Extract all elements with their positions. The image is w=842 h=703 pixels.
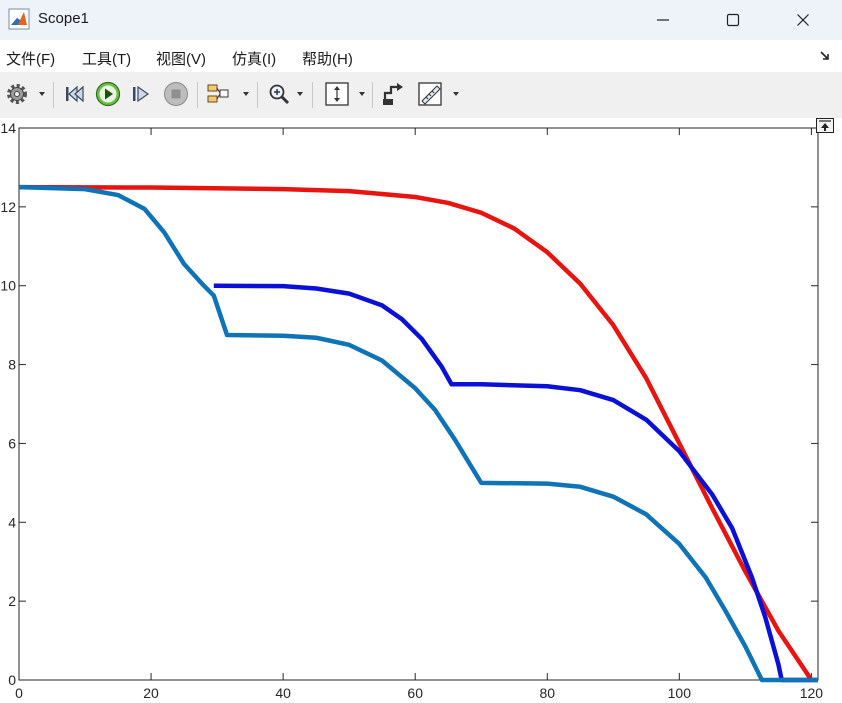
y-tick-label: 0 [8,672,16,688]
scope-plot-area: 0 20 40 60 80 100 120 0 2 4 6 8 10 12 14 [0,118,842,703]
matlab-logo-icon [8,8,30,30]
x-tick-label: 40 [275,685,291,701]
axes-box [18,127,819,681]
gear-icon [7,84,27,104]
dock-arrow-icon[interactable] [818,49,832,63]
maximize-button[interactable] [710,0,756,40]
measurements-dropdown-icon[interactable] [453,92,459,96]
settings-dropdown-icon[interactable] [39,92,45,96]
signal-selector-button[interactable] [205,80,231,108]
signal-selector-dropdown-icon[interactable] [243,92,249,96]
stop-button[interactable] [163,80,189,108]
maximize-icon [726,13,740,27]
run-button[interactable] [95,80,121,108]
y-tick-label: 14 [0,120,16,136]
undock-axes-button[interactable] [816,118,834,133]
menu-help[interactable]: 帮助(H) [302,48,353,69]
highlight-block-button[interactable] [381,80,407,108]
scale-axes-button[interactable] [324,80,350,108]
close-icon [797,14,809,26]
menu-file[interactable]: 文件(F) [6,48,55,69]
zoom-button[interactable] [267,80,291,108]
scale-axes-dropdown-icon[interactable] [359,92,365,96]
x-tick-label: 100 [668,685,692,701]
toolbar-separator [312,82,313,108]
menu-bar: 文件(F) 工具(T) 视图(V) 仿真(I) 帮助(H) [0,40,842,72]
measurements-icon [418,82,442,106]
minimize-icon [657,19,669,21]
x-tick-label: 0 [15,685,23,701]
measurements-button[interactable] [417,80,443,108]
menu-simulation[interactable]: 仿真(I) [232,48,276,69]
zoom-in-icon [269,84,290,105]
x-tick-label: 80 [539,685,555,701]
scope-axes[interactable]: 0 20 40 60 80 100 120 0 2 4 6 8 10 12 14 [0,118,842,703]
toolbar-separator [372,82,373,108]
scope-window: Scope1 文件(F) 工具(T) 视图(V) 仿真(I) 帮助(H) 0 2… [0,0,842,703]
toolbar-separator [197,82,198,108]
zoom-dropdown-icon[interactable] [297,92,303,96]
toolbar [0,72,842,119]
window-title: Scope1 [38,10,89,27]
stop-icon [164,82,188,106]
menu-view[interactable]: 视图(V) [156,48,206,69]
rewind-icon [66,85,84,103]
axes-frame [18,127,819,681]
toolbar-separator [53,82,54,108]
y-tick-label: 10 [0,278,16,294]
y-tick-label: 2 [8,593,16,609]
minimize-button[interactable] [640,0,686,40]
y-tick-label: 8 [8,357,16,373]
toolbar-separator [257,82,258,108]
settings-button[interactable] [5,80,29,108]
y-tick-label: 12 [0,199,16,215]
y-tick-label: 4 [8,514,16,530]
step-forward-icon [133,85,150,103]
step-forward-button[interactable] [129,80,153,108]
signal-selector-icon [207,84,229,103]
step-back-button[interactable] [63,80,87,108]
highlight-block-icon [383,83,403,105]
x-tick-label: 20 [143,685,159,701]
close-button[interactable] [780,0,826,40]
y-tick-label: 6 [8,435,16,451]
x-tick-label: 60 [407,685,423,701]
x-tick-label: 120 [800,685,824,701]
menu-tools[interactable]: 工具(T) [82,48,131,69]
fit-axes-icon [325,82,349,106]
title-bar[interactable]: Scope1 [0,0,842,40]
run-icon [95,81,121,107]
